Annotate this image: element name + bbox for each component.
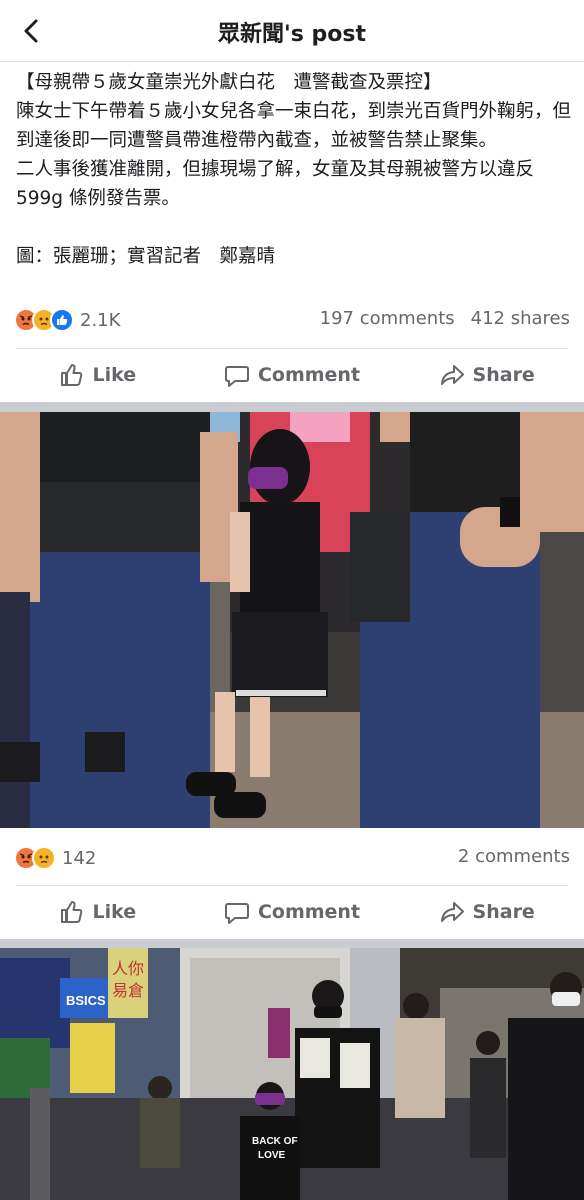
comment-icon [224,903,249,924]
page-title: 眾新聞's post [218,22,366,47]
sign-text-2: 易倉 [112,981,144,1000]
post-photo-2[interactable]: BSICS 人你 易倉 BACK OF LOVE [0,948,584,1200]
sad-icon [32,846,56,870]
reaction-summary[interactable]: 2.1K [14,304,120,336]
shirt-text-1: BACK OF [252,1136,298,1147]
post-photo-1[interactable] [0,412,584,828]
shirt-text-2: LOVE [258,1150,286,1161]
shares-count[interactable]: 412 shares [471,308,570,329]
photo-actions: Like Comment Share [0,885,584,939]
share-label: Share [472,901,535,923]
thumbs-up-icon [60,901,82,923]
post-paragraph: 二人事後獲准離開，但據現場了解，女童及其母親被警方以違反 599g 條例發告票。 [16,159,535,209]
comment-button[interactable]: Comment [195,348,390,402]
share-button[interactable]: Share [389,348,584,402]
like-icon [50,308,74,332]
like-button[interactable]: Like [0,885,195,939]
post-headline: 【母親帶５歲女童崇光外獻白花 遭警截查及票控】 [16,72,442,93]
share-label: Share [472,364,535,386]
photo-reaction-summary[interactable]: 142 [14,842,96,874]
photo-comments-count[interactable]: 2 comments [458,846,570,867]
like-button[interactable]: Like [0,348,195,402]
photo-reaction-count: 142 [62,847,97,869]
comments-count[interactable]: 197 comments [320,308,455,329]
share-icon [440,902,464,922]
comment-label: Comment [257,364,361,386]
post-paragraph: 陳女士下午帶着５歲小女兒各拿一束白花，到崇光百貨門外鞠躬，但到達後即一同遭警員帶… [16,101,572,151]
share-button[interactable]: Share [389,885,584,939]
post-credit: 圖：張麗珊；實習記者 鄭嘉晴 [16,246,276,267]
thumbs-up-icon [60,364,82,386]
photo-stats: 142 2 comments [14,842,570,874]
photo-street-scene: BSICS 人你 易倉 BACK OF LOVE [0,948,584,1200]
post-separator [0,402,584,412]
sign-text-1: 人你 [112,959,144,978]
comment-button[interactable]: Comment [195,885,390,939]
comment-label: Comment [257,901,361,923]
post-stats: 2.1K 197 comments 412 shares [14,304,570,336]
like-label: Like [92,901,137,923]
comment-icon [224,366,249,387]
reaction-count: 2.1K [80,309,121,331]
top-bar: 眾新聞's post [0,0,584,62]
post-actions: Like Comment Share [0,348,584,402]
like-label: Like [92,364,137,386]
store-sign-text: BSICS [66,993,106,1008]
post-body: 【母親帶５歲女童崇光外獻白花 遭警截查及票控】 陳女士下午帶着５歲小女兒各拿一束… [16,68,572,271]
share-icon [440,365,464,385]
photo-police-and-girl [0,412,584,828]
